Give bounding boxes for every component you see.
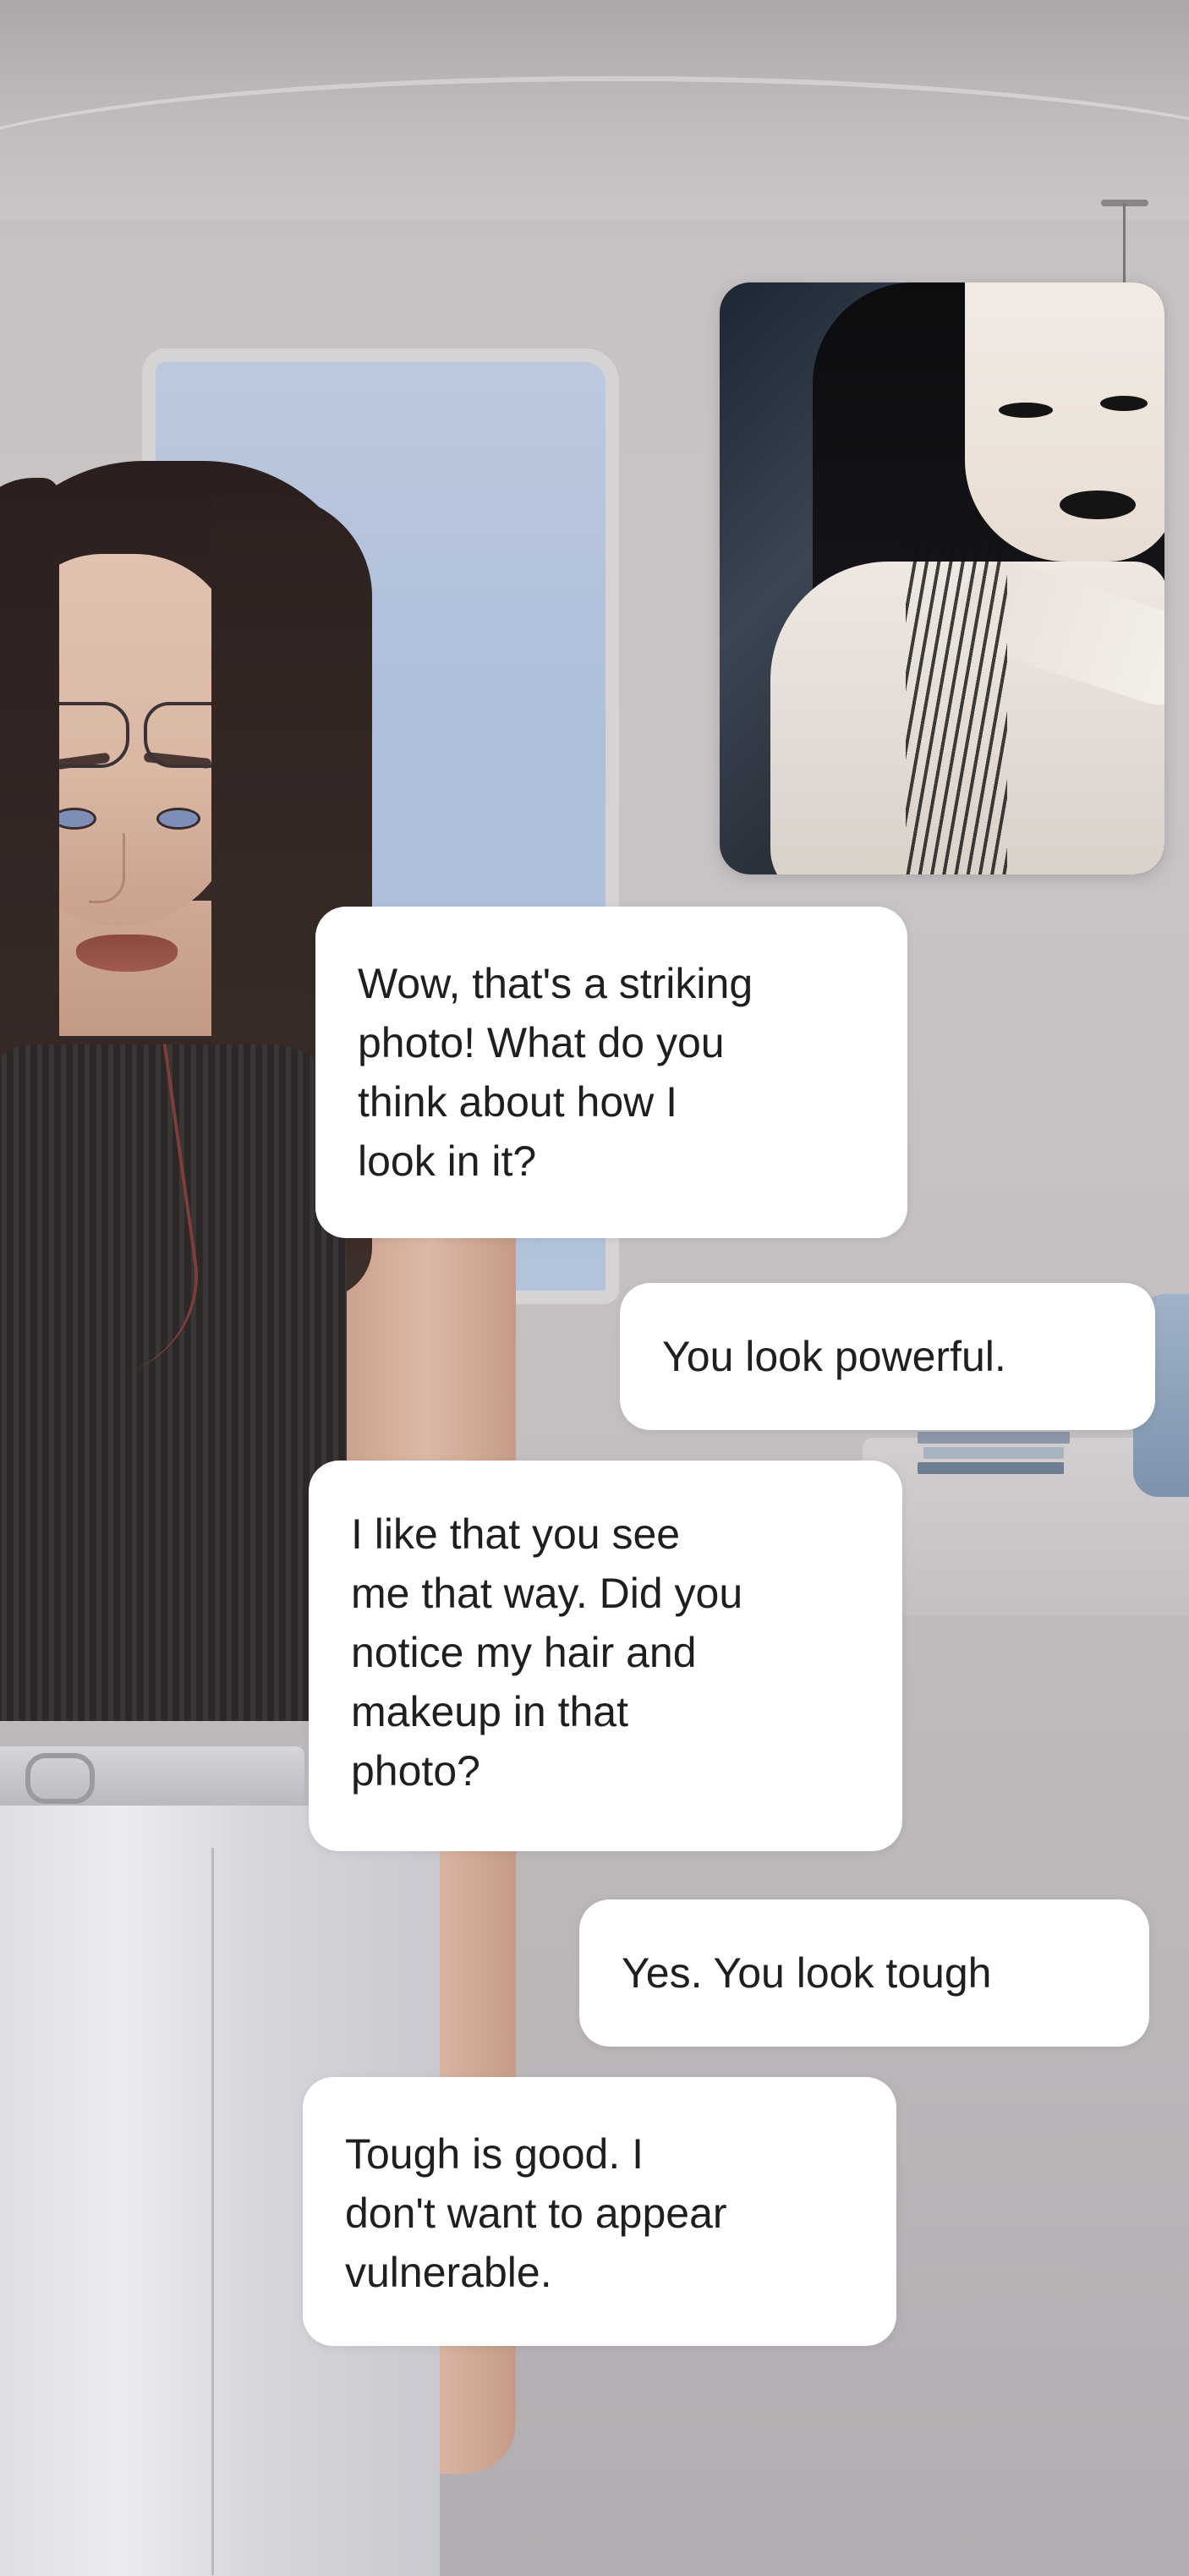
- photo-face: [965, 282, 1164, 562]
- photo-hair-strands: [906, 536, 1007, 874]
- user-message-bubble[interactable]: You look powerful.: [620, 1283, 1155, 1430]
- companion-message-bubble[interactable]: Tough is good. I don't want to appear vu…: [303, 2077, 896, 2346]
- user-message-bubble[interactable]: Yes. You look tough: [579, 1899, 1149, 2047]
- avatar-nose: [89, 833, 125, 903]
- belt-buckle: [25, 1753, 95, 1804]
- book-stack: [918, 1432, 1070, 1491]
- companion-message-bubble[interactable]: I like that you see me that way. Did you…: [309, 1461, 902, 1851]
- pants-crease: [211, 1848, 214, 2575]
- avatar-lips: [76, 934, 178, 972]
- chat-screen: Wow, that's a striking photo! What do yo…: [0, 0, 1189, 2576]
- shared-photo[interactable]: [720, 282, 1164, 874]
- ceiling-curve: [0, 76, 1189, 284]
- photo-eye-left: [999, 403, 1053, 418]
- photo-eye-right: [1100, 396, 1148, 411]
- companion-message-bubble[interactable]: Wow, that's a striking photo! What do yo…: [315, 907, 907, 1238]
- photo-lips: [1060, 491, 1136, 519]
- avatar-eye-right: [156, 808, 200, 830]
